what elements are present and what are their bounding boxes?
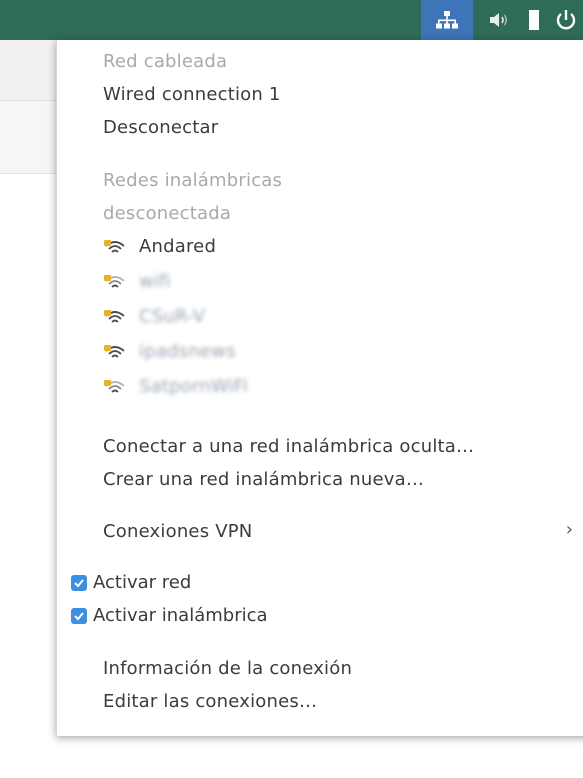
- wifi-network-name: Andared: [139, 236, 217, 257]
- wifi-network-item[interactable]: SatpornWiFi: [103, 376, 248, 398]
- wireless-section-header: Redes inalámbricas: [103, 170, 283, 191]
- wifi-secure-icon: [104, 275, 125, 288]
- disconnect-item[interactable]: Desconectar: [103, 117, 218, 139]
- desktop-background: [0, 736, 583, 778]
- network-indicator[interactable]: [421, 0, 473, 40]
- wired-section-header: Red cableada: [103, 51, 228, 72]
- checkbox-checked-icon[interactable]: [71, 575, 87, 591]
- wired-connection-item[interactable]: Wired connection 1: [103, 84, 281, 106]
- wifi-secure-icon: [104, 310, 125, 323]
- sound-icon: [490, 13, 508, 27]
- background-window: [0, 40, 56, 100]
- wifi-network-name: wifi: [139, 271, 171, 292]
- vpn-connections-item[interactable]: Conexiones VPN: [103, 521, 252, 543]
- power-icon: [556, 10, 576, 30]
- sound-indicator[interactable]: [479, 0, 519, 40]
- network-icon: [436, 11, 458, 29]
- enable-network-label: Activar red: [93, 572, 192, 593]
- wifi-secure-icon: [104, 380, 125, 393]
- wifi-network-name: ipadsnews: [139, 341, 236, 362]
- wifi-network-item[interactable]: Andared: [103, 236, 216, 258]
- wifi-network-name: CSuR-V: [139, 306, 206, 327]
- wifi-secure-icon: [104, 240, 125, 253]
- indicator-tray: [421, 0, 583, 40]
- checkbox-checked-icon[interactable]: [71, 608, 87, 624]
- enable-wireless-toggle[interactable]: Activar inalámbrica: [71, 605, 268, 627]
- battery-icon: [529, 10, 539, 30]
- wireless-status: desconectada: [103, 203, 232, 224]
- wifi-network-name: SatpornWiFi: [139, 376, 249, 397]
- network-menu: Red cableada Wired connection 1 Desconec…: [56, 40, 583, 736]
- connection-info-item[interactable]: Información de la conexión: [103, 658, 352, 680]
- connect-hidden-network-item[interactable]: Conectar a una red inalámbrica oculta…: [103, 436, 474, 458]
- edit-connections-item[interactable]: Editar las conexiones…: [103, 691, 317, 713]
- enable-network-toggle[interactable]: Activar red: [71, 572, 191, 594]
- wifi-network-item[interactable]: CSuR-V: [103, 306, 205, 328]
- background-window-toolbar: [0, 100, 56, 174]
- wifi-network-item[interactable]: wifi: [103, 271, 171, 293]
- create-new-network-item[interactable]: Crear una red inalámbrica nueva…: [103, 469, 424, 491]
- power-indicator[interactable]: [549, 0, 583, 40]
- submenu-arrow-icon: ›: [565, 519, 573, 540]
- battery-indicator[interactable]: [519, 0, 549, 40]
- wifi-network-item[interactable]: ipadsnews: [103, 341, 236, 363]
- top-panel: [0, 0, 583, 40]
- wifi-secure-icon: [104, 345, 125, 358]
- enable-wireless-label: Activar inalámbrica: [93, 605, 268, 626]
